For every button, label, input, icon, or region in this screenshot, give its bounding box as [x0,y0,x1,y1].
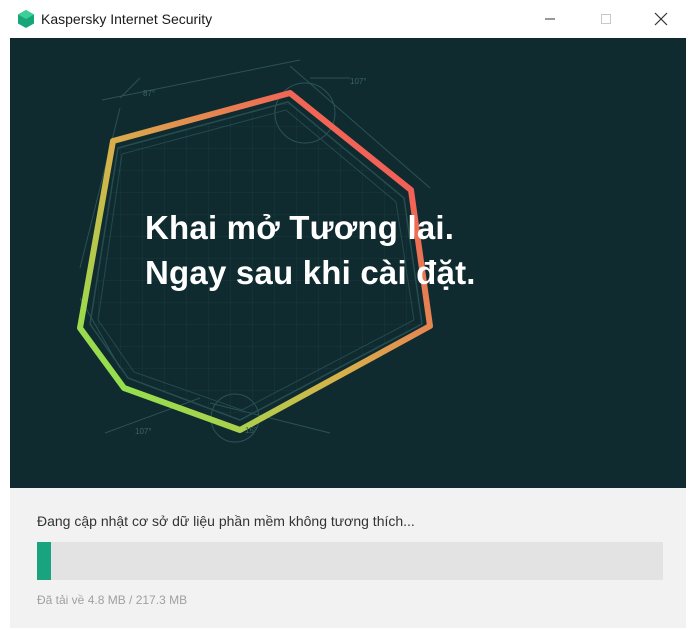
kaspersky-logo-icon [18,10,34,28]
status-text: Đang cập nhật cơ sở dữ liệu phần mềm khô… [37,513,415,529]
promo-banner: 87° 107° 107° 15° Khai mở Tương lai. Nga… [10,38,686,488]
sketch-label: 107° [135,427,152,436]
downloaded-size-text: Đã tải về 4.8 MB / 217.3 MB [37,593,188,607]
maximize-button[interactable] [583,0,629,38]
close-icon [654,12,668,26]
sketch-label: 107° [350,77,367,86]
progress-bar-fill [37,542,51,580]
sketch-label: 15° [245,426,257,435]
close-button[interactable] [638,0,684,38]
window-title: Kaspersky Internet Security [41,11,213,27]
minimize-icon [545,18,555,20]
banner-headline: Khai mở Tương lai. Ngay sau khi cài đặt. [145,205,476,295]
progress-bar [37,542,663,580]
sketch-label: 87° [143,89,155,98]
title-bar[interactable]: Kaspersky Internet Security [0,0,691,38]
maximize-icon [601,14,611,24]
minimize-button[interactable] [527,0,573,38]
install-progress-panel: Đang cập nhật cơ sở dữ liệu phần mềm khô… [10,488,686,628]
headline-line-1: Khai mở Tương lai. [145,209,455,246]
installer-window: Kaspersky Internet Security 87° 107° 107… [0,0,691,630]
headline-line-2: Ngay sau khi cài đặt. [145,254,476,291]
